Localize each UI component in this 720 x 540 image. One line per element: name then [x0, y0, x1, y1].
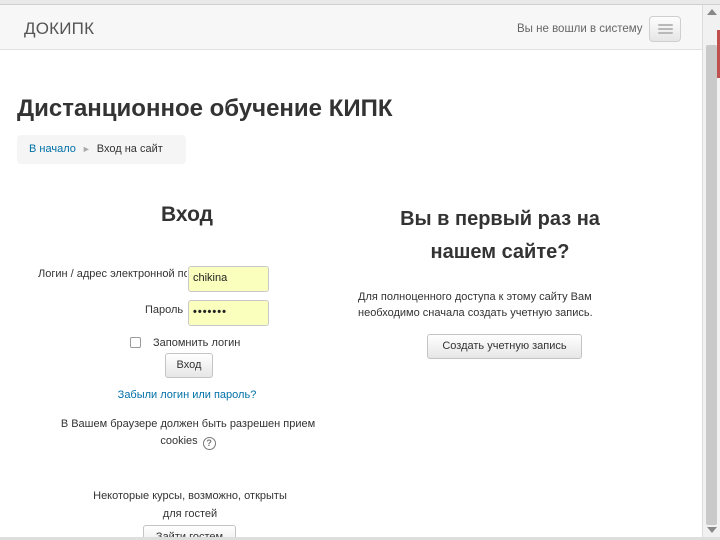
- breadcrumb-home-link[interactable]: В начало: [29, 143, 76, 155]
- login-button[interactable]: Вход: [165, 353, 213, 378]
- breadcrumb-current: Вход на сайт: [96, 143, 163, 155]
- scroll-down-icon[interactable]: [707, 527, 717, 533]
- password-label: Пароль: [145, 304, 184, 316]
- cookies-notice: В Вашем браузере должен быть разрешен пр…: [48, 416, 328, 450]
- remember-username-label[interactable]: Запомнить логин: [153, 337, 240, 349]
- remember-username-checkbox[interactable]: [130, 337, 141, 348]
- menu-button[interactable]: [649, 16, 681, 42]
- signup-heading-line1: Вы в первый раз на: [400, 208, 600, 230]
- page-title: Дистанционное обучение КИПК: [17, 95, 393, 122]
- scrollbar-thumb[interactable]: [706, 45, 717, 525]
- breadcrumb: В начало ► Вход на сайт: [17, 135, 186, 164]
- navbar: ДОКИПК Вы не вошли в систему: [0, 5, 702, 50]
- username-input[interactable]: chikina: [188, 266, 269, 292]
- cookies-notice-line1: В Вашем браузере должен быть разрешен пр…: [60, 418, 316, 430]
- signup-text-line1: Для полноценного доступа к этому сайту В…: [358, 291, 592, 303]
- breadcrumb-separator-icon: ►: [81, 144, 91, 154]
- guest-notice-line2: для гостей: [162, 508, 218, 520]
- scroll-up-icon[interactable]: [707, 9, 717, 15]
- forgot-password-link[interactable]: Забыли логин или пароль?: [0, 389, 374, 401]
- username-label: Логин / адрес электронной почты: [38, 268, 187, 280]
- signup-heading-line2: нашем сайте?: [430, 241, 570, 263]
- guest-access-notice: Некоторые курсы, возможно, открыты для г…: [60, 487, 320, 523]
- password-input[interactable]: •••••••: [188, 300, 269, 326]
- signup-heading: Вы в первый раз на нашем сайте?: [350, 203, 650, 269]
- login-status: Вы не вошли в систему: [517, 23, 643, 35]
- cookies-notice-line2: cookies: [160, 435, 198, 447]
- site-brand[interactable]: ДОКИПК: [24, 19, 94, 39]
- guest-notice-line1: Некоторые курсы, возможно, открыты: [93, 490, 287, 502]
- login-heading: Вход: [161, 203, 213, 226]
- signup-text-line2: необходимо сначала создать учетную запис…: [358, 307, 593, 319]
- help-icon[interactable]: ?: [202, 437, 216, 450]
- create-account-button[interactable]: Создать учетную запись: [427, 334, 582, 359]
- menu-icon: [658, 24, 673, 26]
- signup-description: Для полноценного доступа к этому сайту В…: [358, 289, 618, 321]
- page-scrollbar[interactable]: [702, 5, 720, 537]
